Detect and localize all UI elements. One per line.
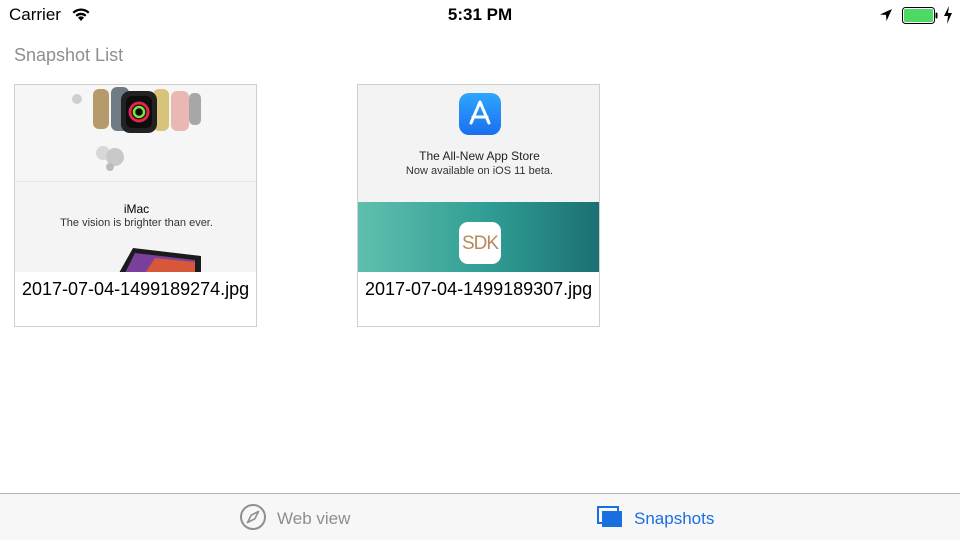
page-title: Snapshot List xyxy=(14,45,124,65)
location-icon xyxy=(880,9,892,21)
tab-snapshots[interactable]: Snapshots xyxy=(596,494,736,541)
snapshot-filename: 2017-07-04-1499189307.jpg xyxy=(365,279,593,299)
compass-icon xyxy=(240,504,266,530)
thumbnail-headline: iMac xyxy=(123,202,150,216)
tab-web-view-label: Web view xyxy=(277,509,351,528)
snapshot-filename: 2017-07-04-1499189274.jpg xyxy=(22,279,250,299)
tab-bar: Web view Snapshots xyxy=(0,493,960,540)
battery-icon xyxy=(902,7,938,24)
clock: 5:31 PM xyxy=(447,5,513,24)
snapshot-thumbnail: The All-New App Store Now available on i… xyxy=(358,85,599,272)
sdk-label: SDK xyxy=(461,233,499,254)
thumbnail-subline: The vision is brighter than ever. xyxy=(60,217,213,229)
tab-web-view[interactable]: Web view xyxy=(239,494,369,541)
thumbnail-headline: The All-New App Store xyxy=(419,149,540,163)
snapshots-icon xyxy=(597,506,622,527)
watch-bands-image xyxy=(15,85,256,181)
sdk-icon: SDK xyxy=(459,222,501,264)
snapshot-card[interactable]: The All-New App Store Now available on i… xyxy=(357,84,600,327)
status-bar: Carrier 5:31 PM xyxy=(0,0,960,30)
tab-snapshots-label: Snapshots xyxy=(634,509,715,528)
snapshot-thumbnail: iMac The vision is brighter than ever. xyxy=(15,85,256,272)
snapshot-card[interactable]: iMac The vision is brighter than ever. 2… xyxy=(14,84,257,327)
app-store-icon xyxy=(459,93,501,135)
charging-icon xyxy=(944,6,952,24)
thumbnail-subline: Now available on iOS 11 beta. xyxy=(405,165,554,177)
